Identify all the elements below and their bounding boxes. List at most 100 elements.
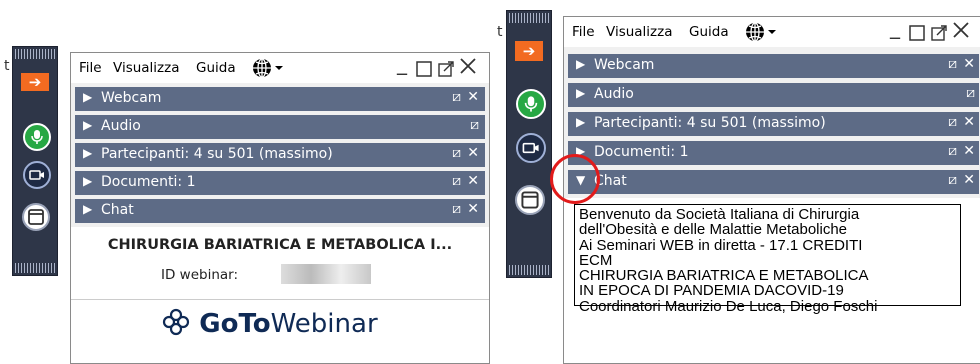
pane-label: Partecipanti: 4 su 501 (massimo): [594, 115, 826, 131]
divider: [71, 299, 489, 300]
microphone-icon[interactable]: [23, 123, 51, 151]
toolbar-grip[interactable]: [15, 263, 55, 273]
menu-help[interactable]: Guida: [196, 60, 236, 76]
pane-header-documents[interactable]: ▶ Documenti: 1 ⧄ ✕: [75, 171, 485, 197]
microphone-icon[interactable]: [516, 89, 546, 119]
chat-message-box: Benvenuto da Società Italiana di Chirurg…: [574, 204, 961, 314]
expand-triangle-icon[interactable]: ▶: [576, 57, 585, 71]
expand-triangle-icon[interactable]: ▶: [576, 115, 585, 129]
chat-line: ECM: [579, 251, 613, 269]
menu-file[interactable]: File: [572, 24, 595, 40]
close-icon[interactable]: ✕: [963, 143, 975, 159]
pane-label: Chat: [101, 202, 134, 218]
pane-header-audio[interactable]: ▶ Audio ⧄: [568, 83, 979, 109]
menu-file[interactable]: File: [79, 60, 102, 76]
pane-header-audio[interactable]: ▶ Audio ⧄: [75, 115, 485, 141]
gotowebinar-logo-icon: [162, 308, 190, 336]
chat-line: dell'Obesità e delle Malattie Metabolich…: [579, 221, 848, 239]
background-text: t: [497, 24, 503, 40]
pane-label: Documenti: 1: [101, 174, 196, 190]
expand-triangle-icon[interactable]: ▶: [83, 146, 92, 160]
pane-label: Audio: [594, 86, 634, 102]
menu-bar: File Visualizza Guida _: [71, 51, 489, 83]
popout-icon[interactable]: ⧄: [948, 143, 957, 159]
logo-text-light: Webinar: [270, 309, 378, 339]
pane-header-webcam[interactable]: ▶ Webcam ⧄ ✕: [75, 87, 485, 113]
arrow-right-icon[interactable]: ➔: [21, 73, 49, 91]
webinar-title: CHIRURGIA BARIATRICA E METABOLICA I...: [107, 237, 453, 253]
popout-icon[interactable]: ⧄: [452, 89, 461, 105]
webinar-info: CHIRURGIA BARIATRICA E METABOLICA I... I…: [71, 227, 489, 363]
control-panel-right: File Visualizza Guida _ ▶ Webcam ⧄ ✕ ▶ A…: [563, 15, 980, 364]
webcam-icon[interactable]: [23, 161, 51, 189]
expand-triangle-icon[interactable]: ▶: [83, 174, 92, 188]
close-icon[interactable]: ✕: [467, 145, 479, 161]
close-icon[interactable]: [459, 56, 477, 80]
toolbar-grip[interactable]: [15, 49, 55, 59]
webinar-id-redacted: [281, 264, 371, 284]
chat-line: Ai Seminari WEB in diretta - 17.1 CREDIT…: [579, 236, 863, 254]
pane-header-webcam[interactable]: ▶ Webcam ⧄ ✕: [568, 54, 979, 80]
minimize-icon[interactable]: _: [890, 15, 900, 39]
chat-line: Coordinatori Maurizio De Luca, Diego Fos…: [579, 297, 878, 315]
popout-icon[interactable]: ⧄: [966, 85, 975, 101]
chat-line: Benvenuto da Società Italiana di Chirurg…: [579, 206, 860, 223]
popout-icon[interactable]: [931, 22, 947, 46]
minimize-icon[interactable]: _: [397, 51, 407, 75]
chat-line: IN EPOCA DI PANDEMIA DACOVID-19: [579, 282, 844, 300]
highlight-circle: [550, 154, 600, 204]
close-icon[interactable]: ✕: [963, 172, 975, 188]
pane-label: Webcam: [594, 57, 655, 73]
expand-triangle-icon[interactable]: ▶: [83, 90, 92, 104]
close-icon[interactable]: [952, 20, 970, 44]
popout-icon[interactable]: ⧄: [452, 201, 461, 217]
pane-label: Partecipanti: 4 su 501 (massimo): [101, 146, 333, 162]
logo-text-bold: GoTo: [199, 309, 271, 339]
close-icon[interactable]: ✕: [467, 173, 479, 189]
pane-header-participants[interactable]: ▶ Partecipanti: 4 su 501 (massimo) ⧄ ✕: [75, 143, 485, 169]
maximize-icon[interactable]: [416, 58, 432, 82]
globe-icon[interactable]: [251, 57, 285, 83]
close-icon[interactable]: ✕: [467, 201, 479, 217]
close-icon[interactable]: ✕: [963, 114, 975, 130]
menu-bar: File Visualizza Guida _: [564, 15, 980, 47]
webinar-id-label: ID webinar:: [161, 267, 239, 283]
popout-icon[interactable]: ⧄: [452, 173, 461, 189]
popout-icon[interactable]: ⧄: [948, 172, 957, 188]
popout-icon[interactable]: [438, 58, 454, 82]
menu-view[interactable]: Visualizza: [113, 60, 180, 76]
window-icon[interactable]: [515, 185, 545, 215]
expand-triangle-icon[interactable]: ▶: [83, 118, 92, 132]
gotowebinar-logo: GoToWebinar: [161, 307, 378, 339]
toolbar-grip[interactable]: [509, 265, 549, 275]
pane-header-documents[interactable]: ▶ Documenti: 1 ⧄ ✕: [568, 141, 979, 167]
menu-help[interactable]: Guida: [689, 24, 729, 40]
webcam-icon[interactable]: [516, 133, 546, 163]
arrow-right-icon[interactable]: ➔: [515, 41, 543, 61]
control-toolbar-right: ➔: [506, 10, 552, 278]
popout-icon[interactable]: ⧄: [452, 145, 461, 161]
pane-header-participants[interactable]: ▶ Partecipanti: 4 su 501 (massimo) ⧄ ✕: [568, 112, 979, 138]
menu-view[interactable]: Visualizza: [606, 24, 673, 40]
close-icon[interactable]: ✕: [963, 56, 975, 72]
popout-icon[interactable]: ⧄: [948, 114, 957, 130]
chat-line: CHIRURGIA BARIATRICA E METABOLICA: [579, 267, 869, 285]
control-toolbar-left: ➔: [12, 46, 58, 276]
popout-icon[interactable]: ⧄: [470, 117, 479, 133]
pane-label: Webcam: [101, 90, 162, 106]
popout-icon[interactable]: ⧄: [948, 56, 957, 72]
globe-icon[interactable]: [744, 21, 778, 47]
window-icon[interactable]: [22, 203, 50, 231]
pane-header-chat[interactable]: ▶ Chat ⧄ ✕: [75, 199, 485, 225]
chat-pane: Benvenuto da Società Italiana di Chirurg…: [564, 198, 980, 363]
expand-triangle-icon[interactable]: ▶: [576, 86, 585, 100]
toolbar-grip[interactable]: [509, 13, 549, 23]
background-text: t: [4, 58, 10, 74]
maximize-icon[interactable]: [909, 22, 925, 46]
pane-label: Audio: [101, 118, 141, 134]
control-panel-left: File Visualizza Guida _ ▶ Webcam ⧄ ✕ ▶ A…: [70, 51, 490, 364]
expand-triangle-icon[interactable]: ▶: [83, 202, 92, 216]
pane-label: Documenti: 1: [594, 144, 689, 160]
close-icon[interactable]: ✕: [467, 89, 479, 105]
pane-header-chat[interactable]: ▼ Chat ⧄ ✕: [568, 170, 979, 196]
